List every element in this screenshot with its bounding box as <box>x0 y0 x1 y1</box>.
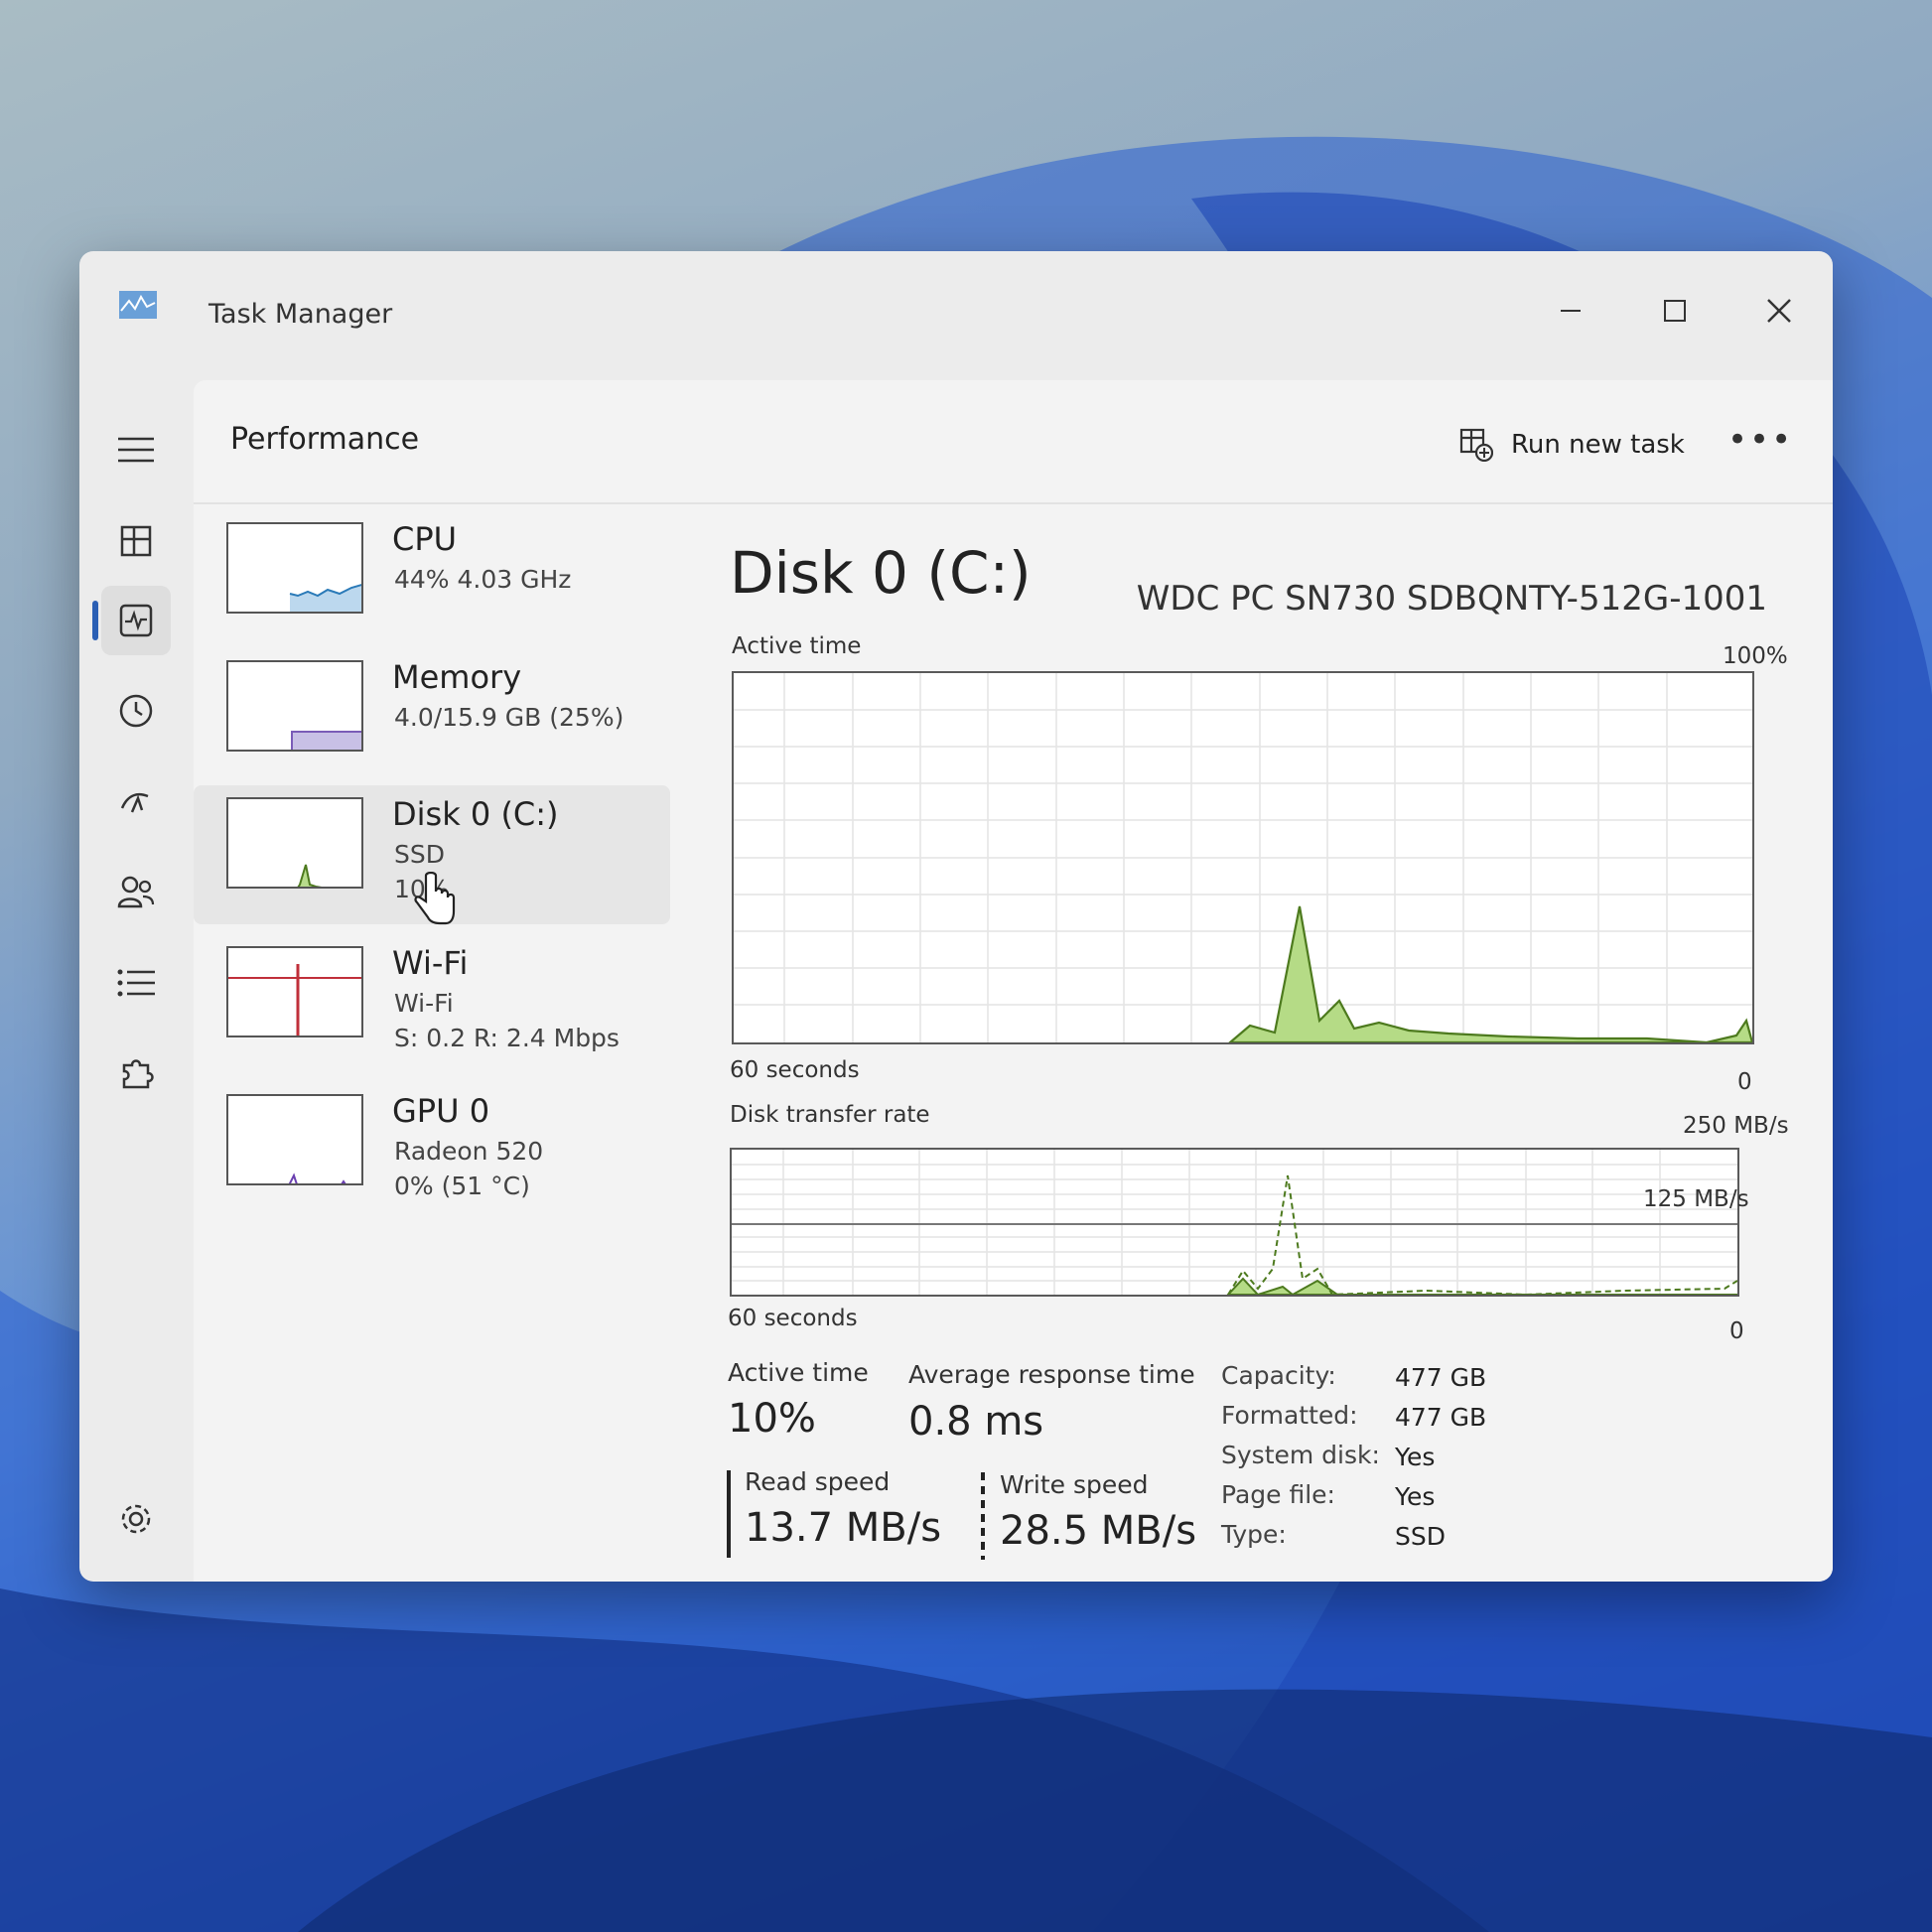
active-time-chart-label: Active time <box>732 633 862 659</box>
hand-cursor-icon <box>414 872 456 925</box>
prop-key: Formatted: <box>1221 1401 1358 1430</box>
window-title: Task Manager <box>208 299 393 330</box>
avg-response-stat-value: 0.8 ms <box>908 1399 1044 1445</box>
transfer-rate-chart-mid: 125 MB/s <box>1643 1186 1749 1212</box>
prop-key: Page file: <box>1221 1480 1335 1509</box>
disk-model: WDC PC SN730 SDBQNTY-512G-1001 <box>1136 579 1767 619</box>
avg-response-stat-label: Average response time <box>908 1360 1195 1389</box>
read-speed-label: Read speed <box>745 1467 891 1496</box>
perf-item-name: GPU 0 <box>392 1092 490 1130</box>
transfer-rate-chart-max: 250 MB/s <box>1683 1113 1789 1139</box>
perf-item-memory[interactable]: Memory 4.0/15.9 GB (25%) <box>194 648 670 787</box>
prop-value: 477 GB <box>1395 1363 1487 1392</box>
maximize-button[interactable] <box>1645 281 1705 341</box>
perf-item-name: Disk 0 (C:) <box>392 795 559 833</box>
nav-startup-apps[interactable] <box>101 767 171 837</box>
hamburger-menu-button[interactable] <box>101 415 171 484</box>
memory-thumbnail-graph <box>226 660 363 752</box>
performance-panel: Performance Run new task ••• CPU 44% 4.0… <box>194 380 1833 1582</box>
nav-performance[interactable] <box>101 586 171 655</box>
active-time-chart-max: 100% <box>1723 643 1788 669</box>
hamburger-icon <box>118 437 154 463</box>
transfer-rate-chart-span: 60 seconds <box>728 1306 858 1331</box>
prop-key: Capacity: <box>1221 1361 1336 1390</box>
perf-item-detail: Radeon 520 <box>394 1137 544 1166</box>
cpu-thumbnail-graph <box>226 522 363 614</box>
processes-icon <box>120 525 152 557</box>
active-nav-indicator <box>92 601 98 640</box>
performance-icon <box>119 604 153 637</box>
close-button[interactable] <box>1749 281 1809 341</box>
active-time-chart-min: 0 <box>1737 1069 1752 1095</box>
minimize-button[interactable] <box>1541 281 1600 341</box>
transfer-rate-chart <box>730 1148 1739 1297</box>
transfer-rate-chart-label: Disk transfer rate <box>730 1102 930 1128</box>
perf-item-name: Memory <box>392 658 522 696</box>
page-title: Performance <box>230 422 420 457</box>
disk-thumbnail-graph <box>226 797 363 889</box>
active-time-stat-label: Active time <box>728 1358 869 1387</box>
maximize-icon <box>1664 300 1686 322</box>
prop-key: Type: <box>1221 1520 1287 1549</box>
write-speed-value: 28.5 MB/s <box>1000 1508 1197 1554</box>
perf-item-detail-2: 0% (51 °C) <box>394 1172 530 1200</box>
minimize-icon <box>1561 310 1581 312</box>
services-puzzle-icon <box>122 1059 154 1089</box>
prop-value: Yes <box>1395 1443 1436 1471</box>
active-time-chart-span: 60 seconds <box>730 1057 860 1083</box>
nav-users[interactable] <box>101 858 171 927</box>
startup-icon <box>120 792 149 813</box>
active-time-chart <box>732 671 1754 1044</box>
nav-app-history[interactable] <box>101 676 171 746</box>
nav-processes[interactable] <box>101 506 171 576</box>
title-bar: Task Manager <box>79 251 1833 360</box>
run-new-task-label: Run new task <box>1511 430 1685 460</box>
settings-gear-icon <box>121 1504 151 1534</box>
run-new-task-button[interactable]: Run new task <box>1459 428 1685 462</box>
perf-item-gpu0[interactable]: GPU 0 Radeon 520 0% (51 °C) <box>194 1082 670 1221</box>
gpu-thumbnail-graph <box>226 1094 363 1185</box>
read-speed-value: 13.7 MB/s <box>745 1505 942 1551</box>
history-icon <box>119 694 153 728</box>
disk-title: Disk 0 (C:) <box>730 539 1032 607</box>
task-manager-window: Task Manager Performance Run new task ••… <box>79 251 1833 1582</box>
perf-item-cpu[interactable]: CPU 44% 4.03 GHz <box>194 510 670 649</box>
run-task-icon <box>1459 428 1493 462</box>
write-speed-label: Write speed <box>1000 1470 1149 1499</box>
perf-item-detail: SSD <box>394 840 445 869</box>
prop-key: System disk: <box>1221 1441 1380 1469</box>
details-list-icon <box>117 969 155 997</box>
transfer-rate-chart-min: 0 <box>1729 1318 1744 1344</box>
prop-value: 477 GB <box>1395 1403 1487 1432</box>
perf-item-name: Wi-Fi <box>392 944 469 982</box>
left-navigation <box>79 360 194 1582</box>
perf-item-detail-2: S: 0.2 R: 2.4 Mbps <box>394 1024 620 1052</box>
write-speed-marker <box>981 1472 985 1560</box>
prop-value: SSD <box>1395 1522 1446 1551</box>
perf-item-detail: 4.0/15.9 GB (25%) <box>394 703 624 732</box>
nav-details[interactable] <box>101 948 171 1018</box>
perf-item-detail: 44% 4.03 GHz <box>394 565 572 594</box>
header-divider <box>194 502 1833 504</box>
prop-value: Yes <box>1395 1482 1436 1511</box>
task-manager-app-icon <box>119 291 157 319</box>
more-options-button[interactable]: ••• <box>1727 420 1793 460</box>
nav-settings[interactable] <box>101 1484 171 1554</box>
perf-item-wifi[interactable]: Wi-Fi Wi-Fi S: 0.2 R: 2.4 Mbps <box>194 934 670 1073</box>
perf-item-detail: Wi-Fi <box>394 989 454 1018</box>
active-time-stat-value: 10% <box>728 1396 816 1442</box>
read-speed-marker <box>727 1470 731 1558</box>
users-icon <box>117 876 155 908</box>
perf-item-name: CPU <box>392 520 458 558</box>
wifi-thumbnail-graph <box>226 946 363 1037</box>
close-icon <box>1767 299 1791 323</box>
nav-services[interactable] <box>101 1038 171 1108</box>
